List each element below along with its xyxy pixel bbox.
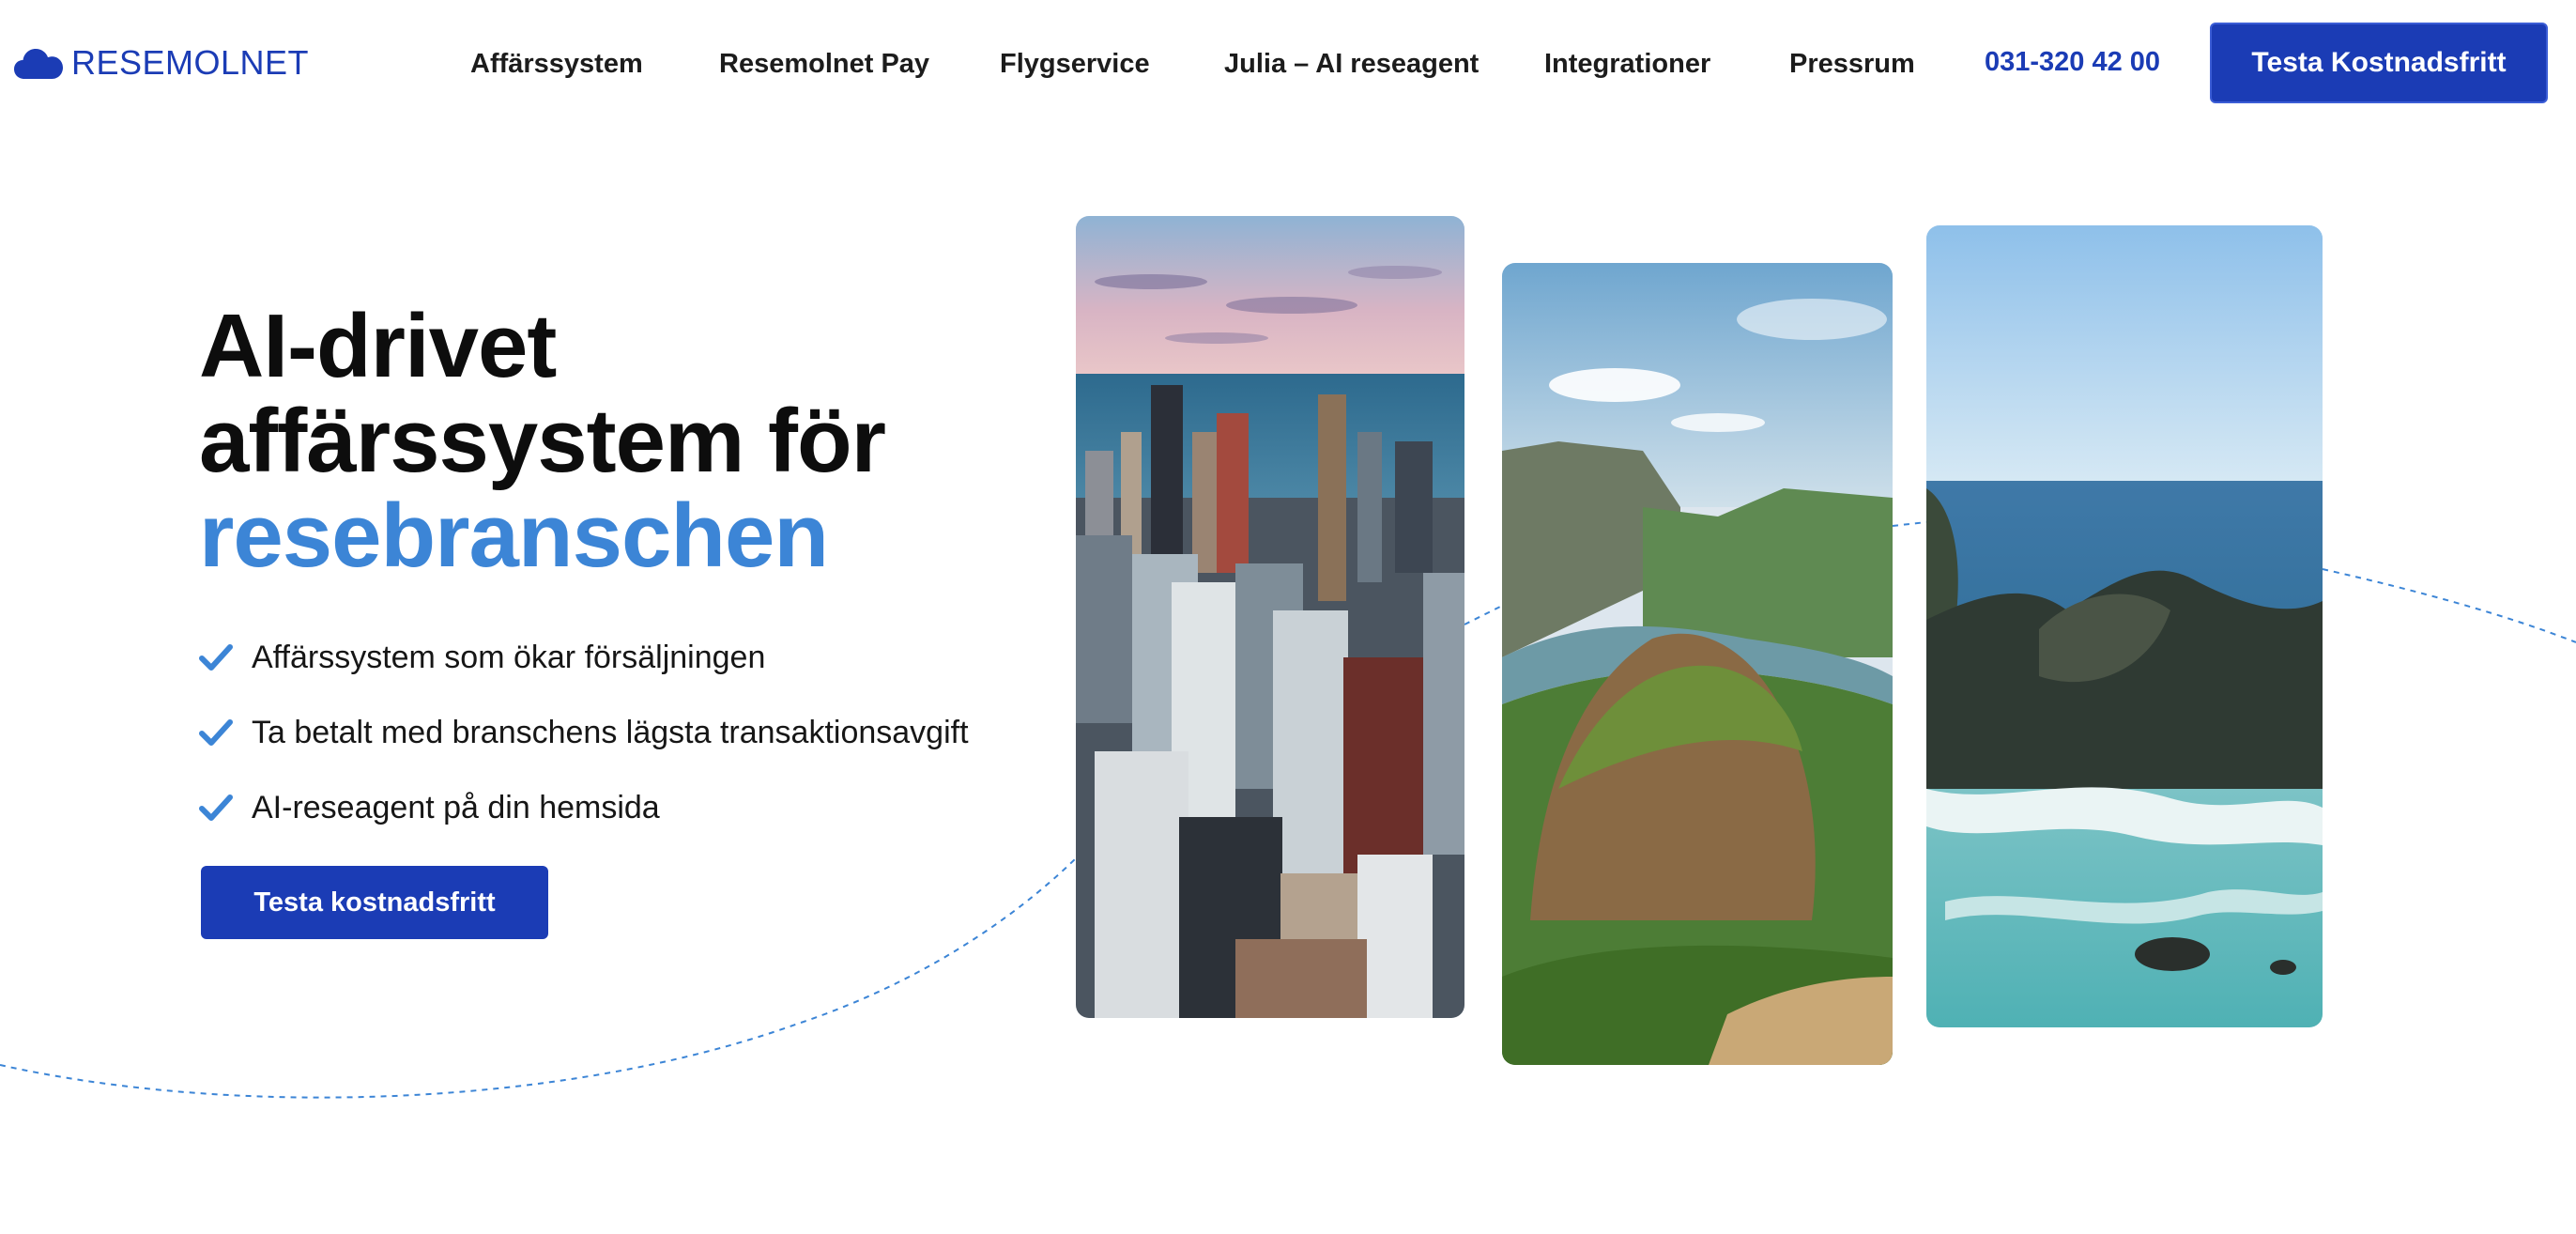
site-header: RESEMOLNET Affärssystem Resemolnet Pay F… <box>0 0 2576 128</box>
feature-list: Affärssystem som ökar försäljningen Ta b… <box>199 620 969 845</box>
phone-link[interactable]: 031-320 42 00 <box>1985 43 2160 81</box>
feature-item: AI-reseagent på din hemsida <box>199 770 969 845</box>
header-cta-button[interactable]: Testa Kostnadsfritt <box>2210 23 2548 103</box>
nav-item-flygservice[interactable]: Flygservice <box>1000 45 1150 83</box>
hero-title-line-2: affärssystem för <box>199 391 886 491</box>
city-skyline-image <box>1076 216 1464 1018</box>
check-icon <box>199 794 233 821</box>
feature-item: Affärssystem som ökar försäljningen <box>199 620 969 695</box>
hero-title-accent: resebranschen <box>199 486 829 586</box>
check-icon <box>199 719 233 746</box>
hero-title: AI-drivet affärssystem för resebranschen <box>199 299 1044 583</box>
check-icon <box>199 644 233 671</box>
main-nav: Affärssystem Resemolnet Pay Flygservice … <box>0 0 2576 128</box>
nav-item-affarssystem[interactable]: Affärssystem <box>470 45 643 83</box>
feature-text: Affärssystem som ökar försäljningen <box>252 639 766 675</box>
hero-title-line-1: AI-drivet <box>199 296 557 396</box>
nav-item-resemolnet-pay[interactable]: Resemolnet Pay <box>719 45 929 83</box>
nav-item-pressrum[interactable]: Pressrum <box>1789 45 1915 83</box>
feature-text: AI-reseagent på din hemsida <box>252 789 660 825</box>
hero-cta-button[interactable]: Testa kostnadsfritt <box>201 866 548 939</box>
nav-item-integrationer[interactable]: Integrationer <box>1544 45 1710 83</box>
feature-item: Ta betalt med branschens lägsta transakt… <box>199 695 969 770</box>
nav-item-julia[interactable]: Julia – AI reseagent <box>1224 45 1479 83</box>
feature-text: Ta betalt med branschens lägsta transakt… <box>252 714 969 750</box>
mountain-canyon-image <box>1502 263 1893 1065</box>
ocean-coast-image <box>1926 225 2323 1027</box>
